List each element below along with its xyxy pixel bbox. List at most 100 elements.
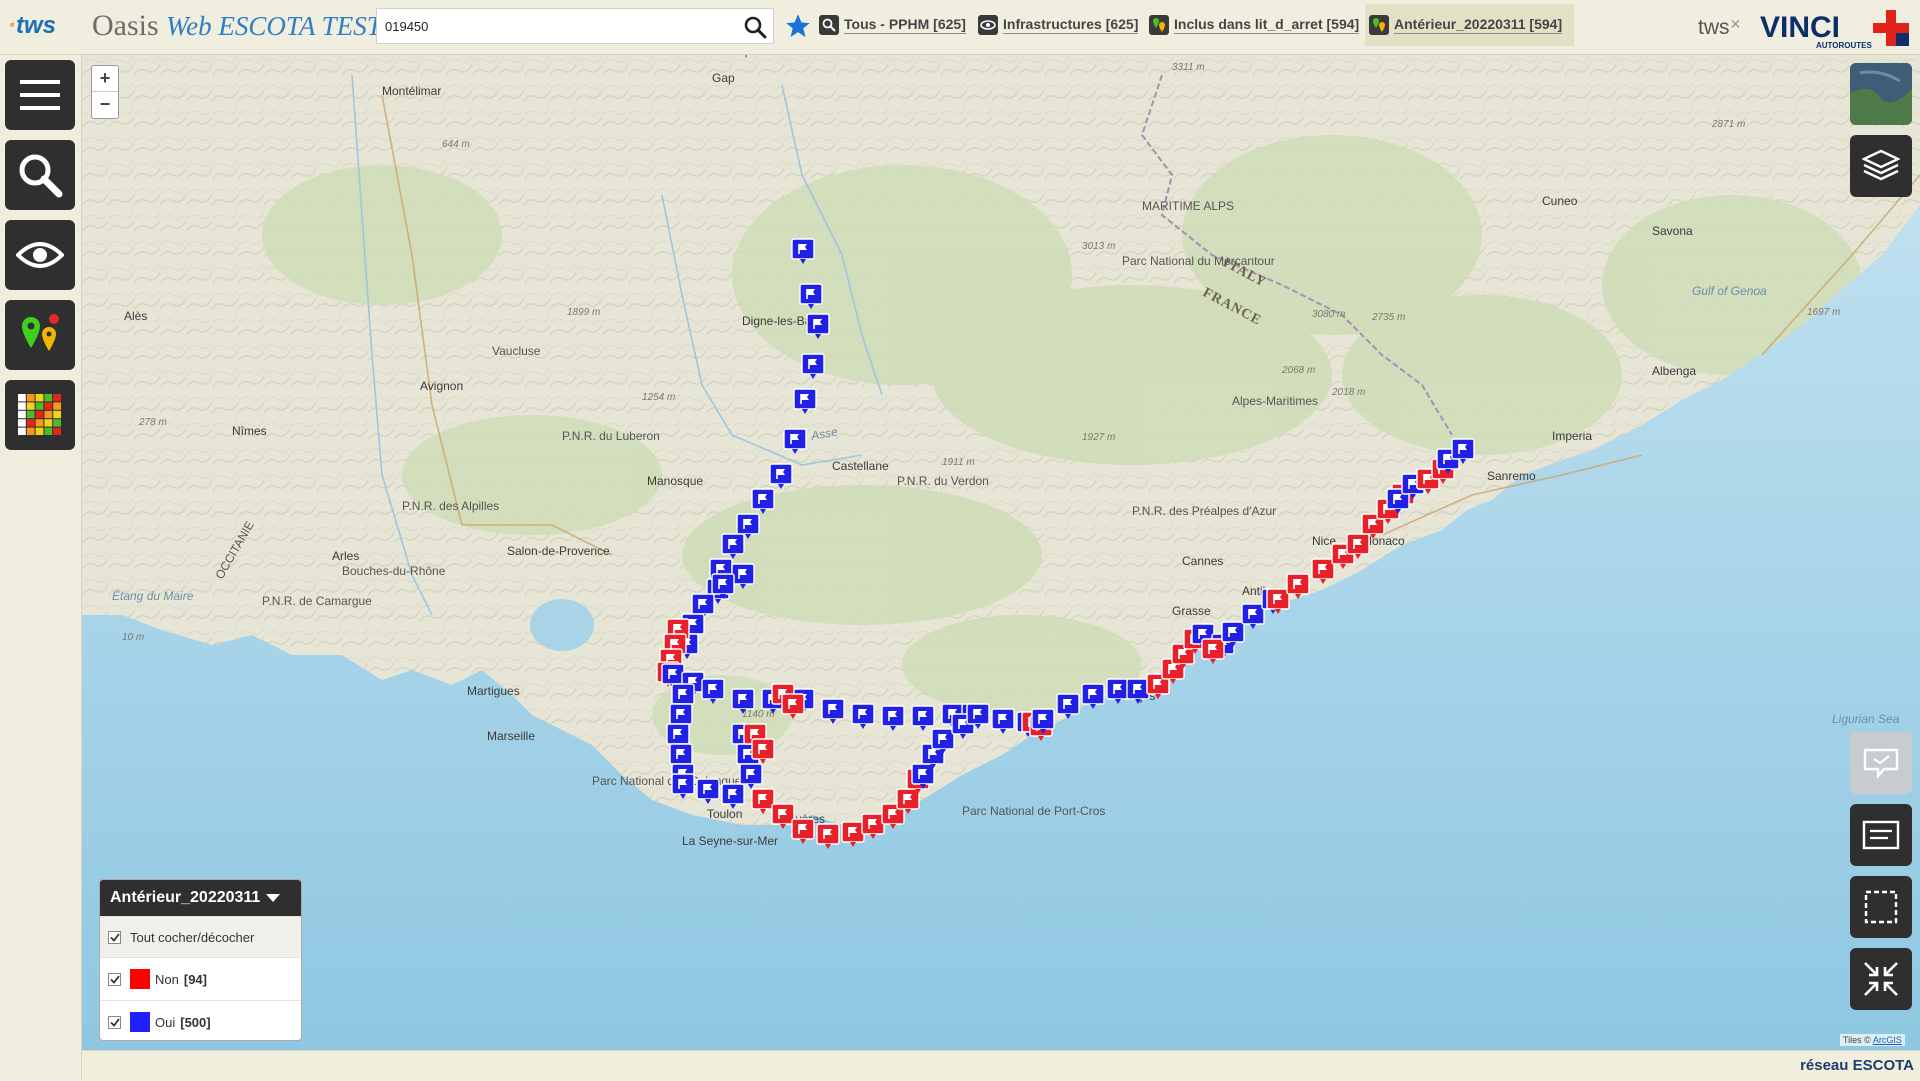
map-label: 3013 m [1082,241,1115,252]
map-label: 1140 m [742,709,775,720]
legend-item-non[interactable]: Non [94] [100,957,301,1000]
search-icon [819,15,839,35]
map-pins-button[interactable] [5,300,75,370]
toggle-all-checkbox[interactable] [108,930,121,944]
map-label: P.N.R. de Camargue [262,594,372,608]
search-panel-button[interactable] [5,140,75,210]
legend-item-oui[interactable]: Oui [500] [100,1000,301,1040]
non-color-swatch [130,969,150,989]
svg-text:VINCI: VINCI [1760,11,1840,44]
map-label: Gulf of Genoa [1692,284,1767,298]
oui-label: Oui [155,1014,176,1030]
legend-title-text: Antérieur_20220311 [110,889,261,906]
left-toolbar [0,55,82,1080]
map-label: 3080 m [1312,309,1345,320]
filter-tab-label: Antérieur_20220311 [594] [1394,16,1563,34]
pins-icon [1149,15,1169,35]
filter-tab-label: Tous - PPHM [625] [844,16,966,34]
collapse-arrows-icon [1864,962,1898,996]
selection-box-button[interactable] [1850,876,1912,938]
map-label: 3311 m [1172,62,1205,73]
oui-color-swatch [130,1012,150,1032]
grid-table-button[interactable] [5,380,75,450]
map-attribution: Tiles © ArcGIS [1840,1034,1905,1046]
map-label: Montélimar [382,84,441,98]
filter-tab-label: Inclus dans lit_d_arret [594] [1174,16,1360,34]
map-label: Étang du Maire [112,588,194,603]
map-label: Nîmes [232,424,267,438]
map-label: La Seyne-sur-Mer [682,834,778,848]
search-icon[interactable] [743,15,767,39]
legend-title[interactable]: Antérieur_20220311 [100,880,301,916]
map-label: P.N.R. du Luberon [562,429,660,443]
footer-bar: réseau ESCOTA [82,1050,1920,1081]
search-icon [19,154,63,198]
map-label: Gap [712,71,735,85]
layers-icon [1862,149,1900,181]
map-label: Parc National de Port-Cros [962,804,1105,818]
comment-button[interactable] [1850,732,1912,794]
map-label: 2068 m [1281,365,1315,376]
attribution-text: Tiles © [1843,1035,1873,1045]
map-label: 1697 m [1807,307,1840,318]
map-label: Albenga [1652,364,1696,378]
caret-down-icon [266,894,281,902]
non-checkbox[interactable] [108,972,121,986]
arcgis-link[interactable]: ArcGIS [1873,1035,1902,1045]
report-button[interactable] [1850,804,1912,866]
zoom-control: + − [91,65,119,119]
report-icon [1862,820,1900,850]
app-name: Oasis [92,9,159,42]
filter-tab-anterieur[interactable]: Antérieur_20220311 [594] [1365,4,1574,46]
map-label: Toulon [707,807,742,821]
network-label: réseau ESCOTA [1800,1057,1914,1074]
app-title: Oasis Web ESCOTA TEST [92,9,382,43]
map-pins-icon [22,314,59,351]
menu-button[interactable] [5,60,75,130]
collapse-button[interactable] [1850,948,1912,1010]
vinci-autoroutes-logo: VINCI AUTOROUTES [1760,10,1909,50]
selection-box-icon [1864,890,1898,924]
oui-checkbox[interactable] [108,1015,121,1029]
eye-icon [16,242,64,268]
non-count: [94] [183,971,207,987]
visibility-button[interactable] [5,220,75,290]
tws-close-label[interactable]: tws✕ [1698,16,1741,40]
map-label: Alpes-Maritimes [1232,394,1318,408]
map-label: P.N.R. des Préalpes d'Azur [1132,504,1276,518]
map-label: 1254 m [642,392,675,403]
map-canvas[interactable]: Montélimar Gap Hautes-Alpes Cuneo Savona Gulf… [82,55,1920,1050]
filter-tab-label: Infrastructures [625] [1003,16,1139,34]
map-label: 10 m [122,632,144,643]
map-label: Arles [332,549,359,563]
legend-toggle-all-row[interactable]: Tout cocher/décocher [100,916,301,957]
tws-logo[interactable]: ·tws [8,12,56,40]
map-label: P.N.R. des Alpilles [402,499,499,513]
map-label: Vaucluse [492,344,541,358]
zoom-out-button[interactable]: − [92,92,118,117]
search-input[interactable] [377,9,743,43]
map-label: 1899 m [567,307,600,318]
map-label: Parc National du Mercantour [1122,254,1275,268]
map-label: Ligurian Sea [1832,712,1900,726]
etang-de-berre [530,599,594,651]
basemap-switcher-button[interactable] [1850,63,1912,125]
search-box [376,8,774,44]
map-view[interactable]: Montélimar Gap Hautes-Alpes Cuneo Savona Gulf… [82,55,1920,1050]
close-icon[interactable]: ✕ [1730,16,1742,32]
satellite-thumbnail-icon [1850,63,1912,125]
map-label: Alès [124,309,147,323]
favorite-star-icon[interactable] [784,12,812,40]
map-label: Hautes-Alpes [692,55,764,58]
map-label: Cuneo [1542,194,1578,208]
filter-tab-pphm[interactable]: Tous - PPHM [625] [815,4,970,46]
layers-button[interactable] [1850,135,1912,197]
zoom-in-button[interactable]: + [92,66,118,92]
map-label: 278 m [138,417,167,428]
map-label: Cannes [1182,554,1223,568]
map-label: Avignon [420,379,463,393]
filter-tab-lit-d-arret[interactable]: Inclus dans lit_d_arret [594] [1145,4,1363,46]
filter-tab-infrastructures[interactable]: Infrastructures [625] [974,4,1142,46]
comment-icon [1863,748,1899,779]
map-label: 2735 m [1371,312,1405,323]
